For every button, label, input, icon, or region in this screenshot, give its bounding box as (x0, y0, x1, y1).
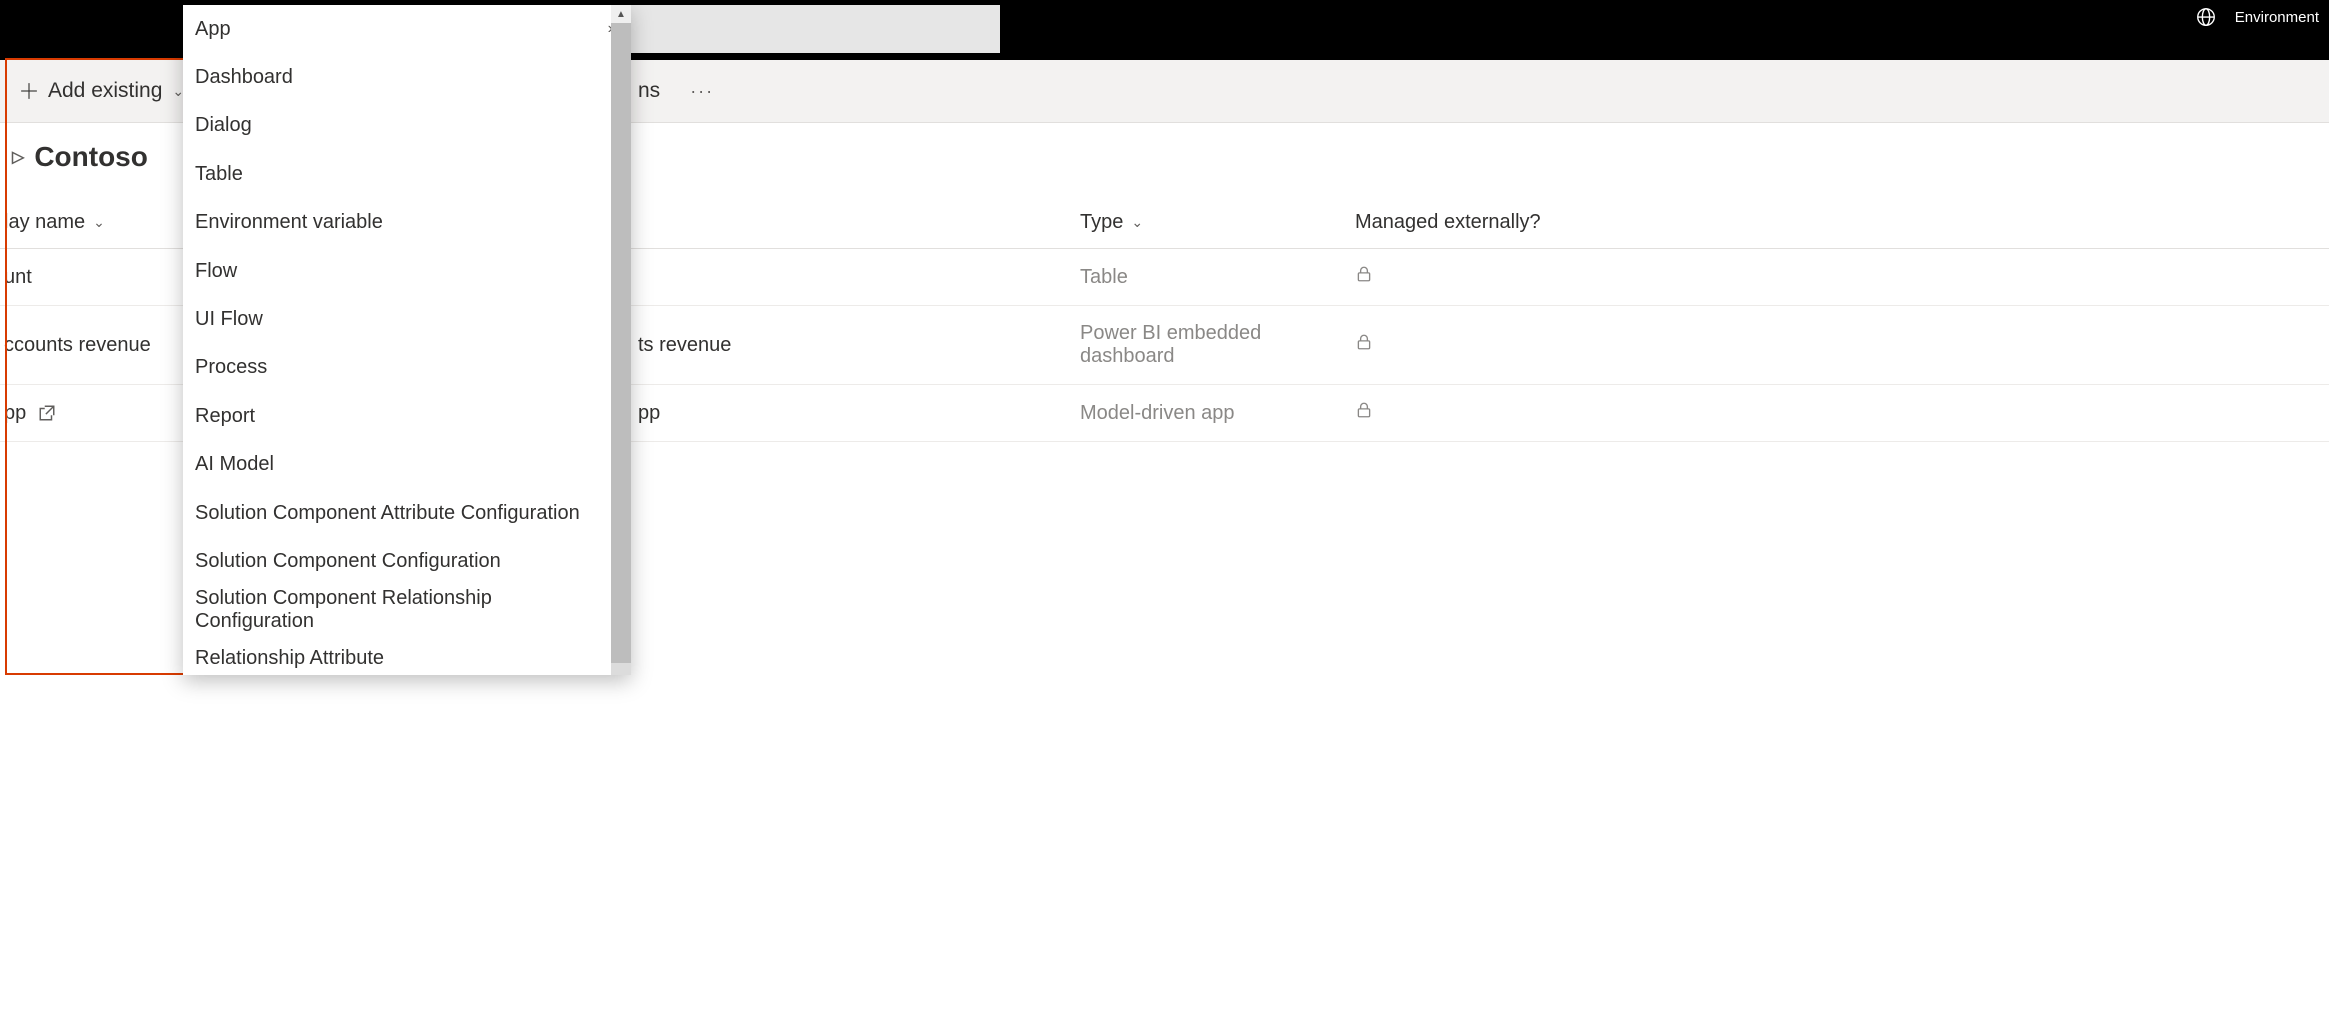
more-commands-button[interactable]: ··· (690, 81, 714, 102)
dropdown-item[interactable]: UI Flow (183, 295, 631, 343)
row-type-cell: Model-driven app (1080, 402, 1355, 425)
dropdown-item-label: Relationship Attribute (195, 647, 384, 670)
dropdown-scrollbar[interactable]: ▲ (611, 5, 631, 675)
plus-icon (20, 82, 38, 100)
row-name-text: pp (4, 402, 26, 425)
dropdown-item[interactable]: Process (183, 344, 631, 392)
lock-icon (1355, 333, 1373, 351)
column-header-managed[interactable]: Managed externally? (1355, 211, 2329, 234)
lock-icon (1355, 401, 1373, 419)
scroll-up-arrow-icon[interactable]: ▲ (611, 5, 631, 23)
dropdown-item[interactable]: Solution Component Configuration (183, 537, 631, 585)
dropdown-item-label: Solution Component Configuration (195, 550, 501, 573)
row-name-text-right: ts revenue (638, 334, 731, 357)
dropdown-item-label: AI Model (195, 453, 274, 476)
row-name-text-right: pp (638, 402, 660, 425)
dropdown-item[interactable]: Relationship Attribute (183, 634, 631, 675)
dropdown-item[interactable]: App› (183, 5, 631, 53)
chevron-down-icon: ⌄ (1131, 214, 1143, 231)
dropdown-item-label: Dialog (195, 114, 252, 137)
dropdown-item[interactable]: Dialog (183, 102, 631, 150)
row-name-text: unt (4, 266, 32, 289)
dropdown-item[interactable]: Environment variable (183, 199, 631, 247)
row-type-cell: Table (1080, 266, 1355, 289)
dropdown-item[interactable]: Flow (183, 247, 631, 295)
command-truncated[interactable]: ns (638, 79, 660, 103)
dropdown-item[interactable]: Table (183, 150, 631, 198)
dropdown-item-label: Solution Component Attribute Configurati… (195, 502, 580, 525)
column-header-type[interactable]: Type ⌄ (1080, 211, 1355, 234)
lock-icon (1355, 265, 1373, 283)
dropdown-item[interactable]: Dashboard (183, 53, 631, 101)
row-managed-cell (1355, 333, 2329, 357)
row-managed-cell (1355, 265, 2329, 289)
add-existing-dropdown: App› Dashboard Dialog Table Environment vari… (183, 5, 631, 675)
scrollbar-thumb[interactable] (611, 23, 631, 663)
row-managed-cell (1355, 401, 2329, 425)
add-existing-button[interactable]: Add existing ⌄ (0, 60, 204, 122)
dropdown-item[interactable]: Report (183, 392, 631, 440)
search-area[interactable] (630, 5, 1000, 53)
dropdown-item-label: UI Flow (195, 308, 263, 331)
dropdown-item[interactable]: Solution Component Relationship Configur… (183, 586, 631, 634)
environment-label: Environment (2235, 9, 2319, 26)
dropdown-item-label: Solution Component Relationship Configur… (195, 587, 613, 633)
dropdown-item[interactable]: AI Model (183, 441, 631, 489)
dropdown-item-label: Table (195, 163, 243, 186)
row-type-cell: Power BI embedded dashboard (1080, 322, 1355, 368)
chevron-down-icon: ⌄ (93, 214, 105, 231)
page-title: Contoso (34, 141, 148, 173)
dropdown-item-label: Dashboard (195, 66, 293, 89)
row-name-text: ccounts revenue (4, 334, 151, 357)
globe-icon (2195, 6, 2217, 28)
dropdown-item-label: Environment variable (195, 211, 383, 234)
expand-triangle-icon[interactable]: ▷ (12, 147, 24, 167)
dropdown-item-label: Report (195, 405, 255, 428)
environment-indicator[interactable]: Environment (2195, 6, 2319, 28)
dropdown-item[interactable]: Solution Component Attribute Configurati… (183, 489, 631, 537)
dropdown-item-label: Process (195, 356, 267, 379)
dropdown-item-label: Flow (195, 260, 237, 283)
dropdown-item-label: App (195, 18, 231, 41)
add-existing-label: Add existing (48, 79, 162, 103)
open-external-icon[interactable] (38, 404, 56, 422)
